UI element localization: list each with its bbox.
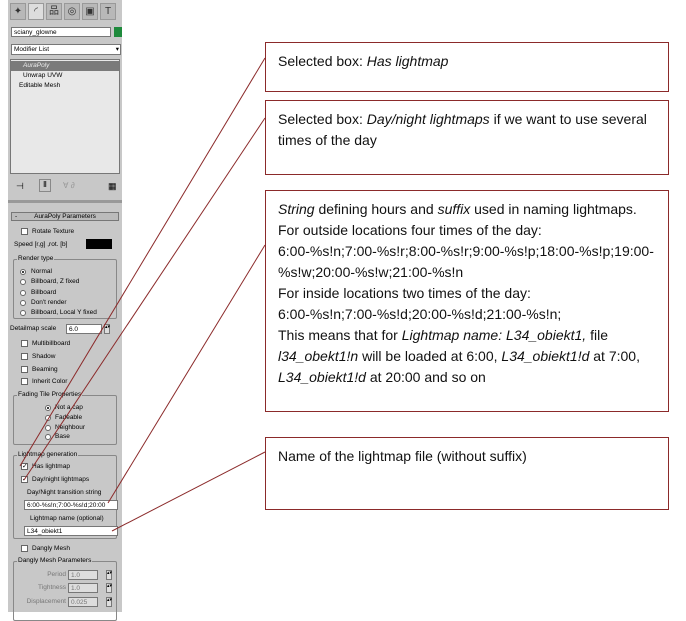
callout-text: used in naming lightmaps.: [470, 201, 637, 217]
callout-emphasis: Has lightmap: [366, 53, 449, 69]
callout-text: defining hours and: [314, 201, 438, 217]
callout-emphasis: suffix: [437, 201, 471, 217]
callout-text: Selected box:: [278, 53, 367, 69]
callout-emphasis: String: [278, 201, 315, 217]
callout-text: For outside locations four times of the …: [278, 222, 542, 238]
callout-line-lightmap-name: [111, 451, 266, 532]
callout-day-night: Selected box: Day/night lightmaps if we …: [265, 100, 669, 175]
callout-text: at 20:00 and so on: [365, 369, 486, 385]
callout-text: at 7:00,: [589, 348, 640, 364]
callout-emphasis: L34_obiekt1!d: [501, 348, 590, 364]
callout-text: Selected box:: [278, 111, 367, 127]
callout-line-day-night: [23, 117, 266, 481]
callout-emphasis: L34_obiekt1!d: [278, 369, 366, 385]
callout-has-lightmap: Selected box: Has lightmap: [265, 42, 669, 92]
callout-text: 6:00-%s!n;7:00-%s!r;8:00-%s!r;9:00-%s!p;…: [278, 243, 654, 280]
callout-text: For inside locations two times of the da…: [278, 285, 531, 301]
callout-text: Name of the lightmap file (without suffi…: [278, 448, 527, 464]
callout-emphasis: Day/night lightmaps: [366, 111, 490, 127]
callout-emphasis: Lightmap name: L34_obiekt1,: [401, 327, 587, 343]
callout-text: will be loaded at 6:00,: [358, 348, 502, 364]
callout-text: 6:00-%s!n;7:00-%s!d;20:00-%s!d;21:00-%s!…: [278, 306, 562, 322]
callout-lightmap-name: Name of the lightmap file (without suffi…: [265, 437, 669, 510]
callout-text: file: [586, 327, 608, 343]
callout-text: This means that for: [278, 327, 402, 343]
callout-line-has-lightmap: [19, 57, 266, 467]
callout-transition-string: String defining hours and suffix used in…: [265, 190, 669, 412]
callout-emphasis: l34_obekt1!n: [278, 348, 359, 364]
